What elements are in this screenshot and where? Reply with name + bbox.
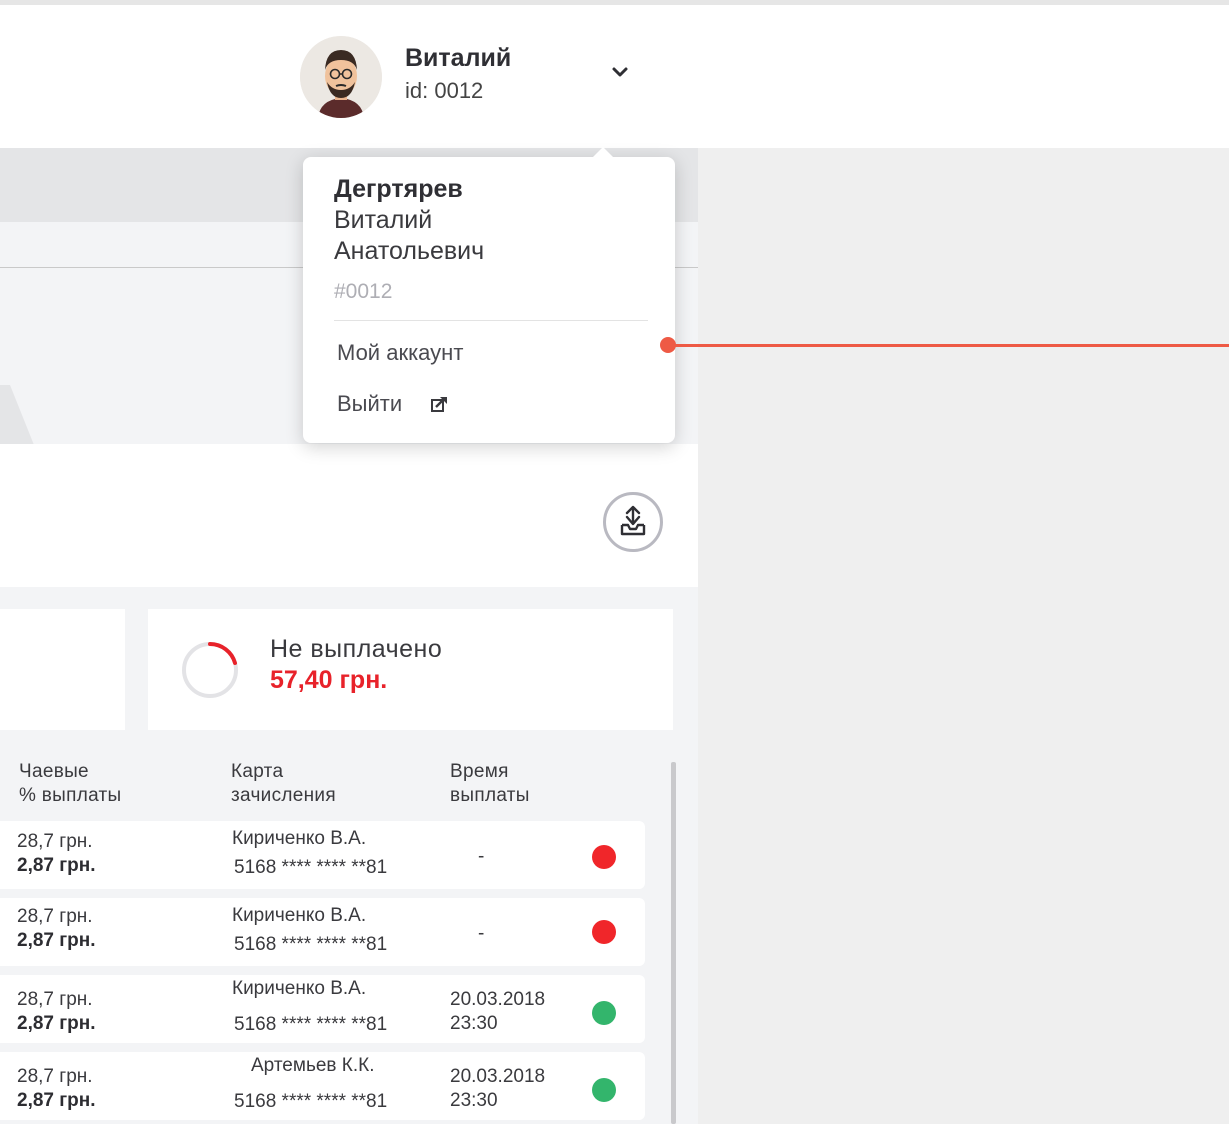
payout-amount: 2,87 грн.: [17, 1013, 96, 1034]
tips-amount: 28,7 грн.: [17, 1066, 93, 1087]
status-dot-unpaid: [592, 845, 616, 869]
dropdown-user-code: #0012: [334, 280, 393, 303]
column-header-tips[interactable]: Чаевые % выплаты: [19, 760, 122, 808]
column-header-time-line2: выплаты: [450, 785, 530, 806]
annotation-line: [668, 344, 1229, 347]
dropdown-pointer: [592, 147, 614, 158]
export-button[interactable]: [603, 492, 663, 552]
tips-amount: 28,7 грн.: [17, 989, 93, 1010]
column-header-tips-line2: % выплаты: [19, 785, 122, 806]
dropdown-divider: [334, 320, 648, 321]
table-row[interactable]: 28,7 грн. 2,87 грн. Артемьев К.К. 5168 *…: [0, 1052, 645, 1120]
column-header-tips-line1: Чаевые: [19, 761, 89, 782]
unpaid-label: Не выплачено: [270, 635, 443, 663]
logout-link[interactable]: Выйти: [337, 391, 402, 417]
column-header-time-line1: Время: [450, 761, 509, 782]
dropdown-patronymic: Анатольевич: [334, 237, 485, 265]
payout-amount: 2,87 грн.: [17, 1090, 96, 1111]
toolbar-panel: [0, 444, 698, 587]
decorative-slant: [0, 385, 34, 445]
header-user-name: Виталий: [405, 44, 512, 72]
column-header-card-line1: Карта: [231, 761, 284, 782]
payout-time: -: [478, 846, 485, 867]
card-holder: Артемьев К.К.: [251, 1055, 375, 1076]
payout-time: -: [478, 923, 485, 944]
status-dot-paid: [592, 1078, 616, 1102]
column-header-card-line2: зачисления: [231, 785, 336, 806]
card-number: 5168 **** **** **81: [234, 934, 388, 955]
unpaid-amount: 57,40 грн.: [270, 666, 388, 694]
payout-date: 20.03.2018: [450, 1066, 546, 1087]
table-row[interactable]: 28,7 грн. 2,87 грн. Кириченко В.А. 5168 …: [0, 821, 645, 889]
my-account-link[interactable]: Мой аккаунт: [337, 340, 463, 366]
column-header-time[interactable]: Время выплаты: [450, 760, 530, 808]
table-scrollbar[interactable]: [671, 762, 676, 1124]
card-number: 5168 **** **** **81: [234, 857, 388, 878]
payout-amount: 2,87 грн.: [17, 930, 96, 951]
summary-card: [0, 609, 125, 730]
card-holder: Кириченко В.А.: [232, 978, 367, 999]
annotation-dot: [660, 337, 676, 353]
table-row[interactable]: 28,7 грн. 2,87 грн. Кириченко В.А. 5168 …: [0, 975, 645, 1043]
status-dot-paid: [592, 1001, 616, 1025]
payout-date: 20.03.2018: [450, 989, 546, 1010]
logout-icon[interactable]: [429, 394, 449, 414]
column-header-card[interactable]: Карта зачисления: [231, 760, 336, 808]
payout-amount: 2,87 грн.: [17, 855, 96, 876]
tips-amount: 28,7 грн.: [17, 831, 93, 852]
export-icon: [620, 505, 646, 536]
payout-hour: 23:30: [450, 1013, 498, 1034]
card-number: 5168 **** **** **81: [234, 1091, 388, 1112]
card-holder: Кириченко В.А.: [232, 905, 367, 926]
unpaid-progress-icon: [182, 642, 238, 698]
table-row[interactable]: 28,7 грн. 2,87 грн. Кириченко В.А. 5168 …: [0, 898, 645, 966]
user-avatar[interactable]: [300, 36, 382, 118]
payout-hour: 23:30: [450, 1090, 498, 1111]
card-number: 5168 **** **** **81: [234, 1014, 388, 1035]
dropdown-first-name: Виталий: [334, 206, 433, 234]
dropdown-surname: Дегртярев: [334, 175, 463, 203]
header-user-id: id: 0012: [405, 78, 484, 103]
chevron-down-icon[interactable]: [608, 60, 632, 84]
status-dot-unpaid: [592, 920, 616, 944]
tips-amount: 28,7 грн.: [17, 906, 93, 927]
card-holder: Кириченко В.А.: [232, 828, 367, 849]
